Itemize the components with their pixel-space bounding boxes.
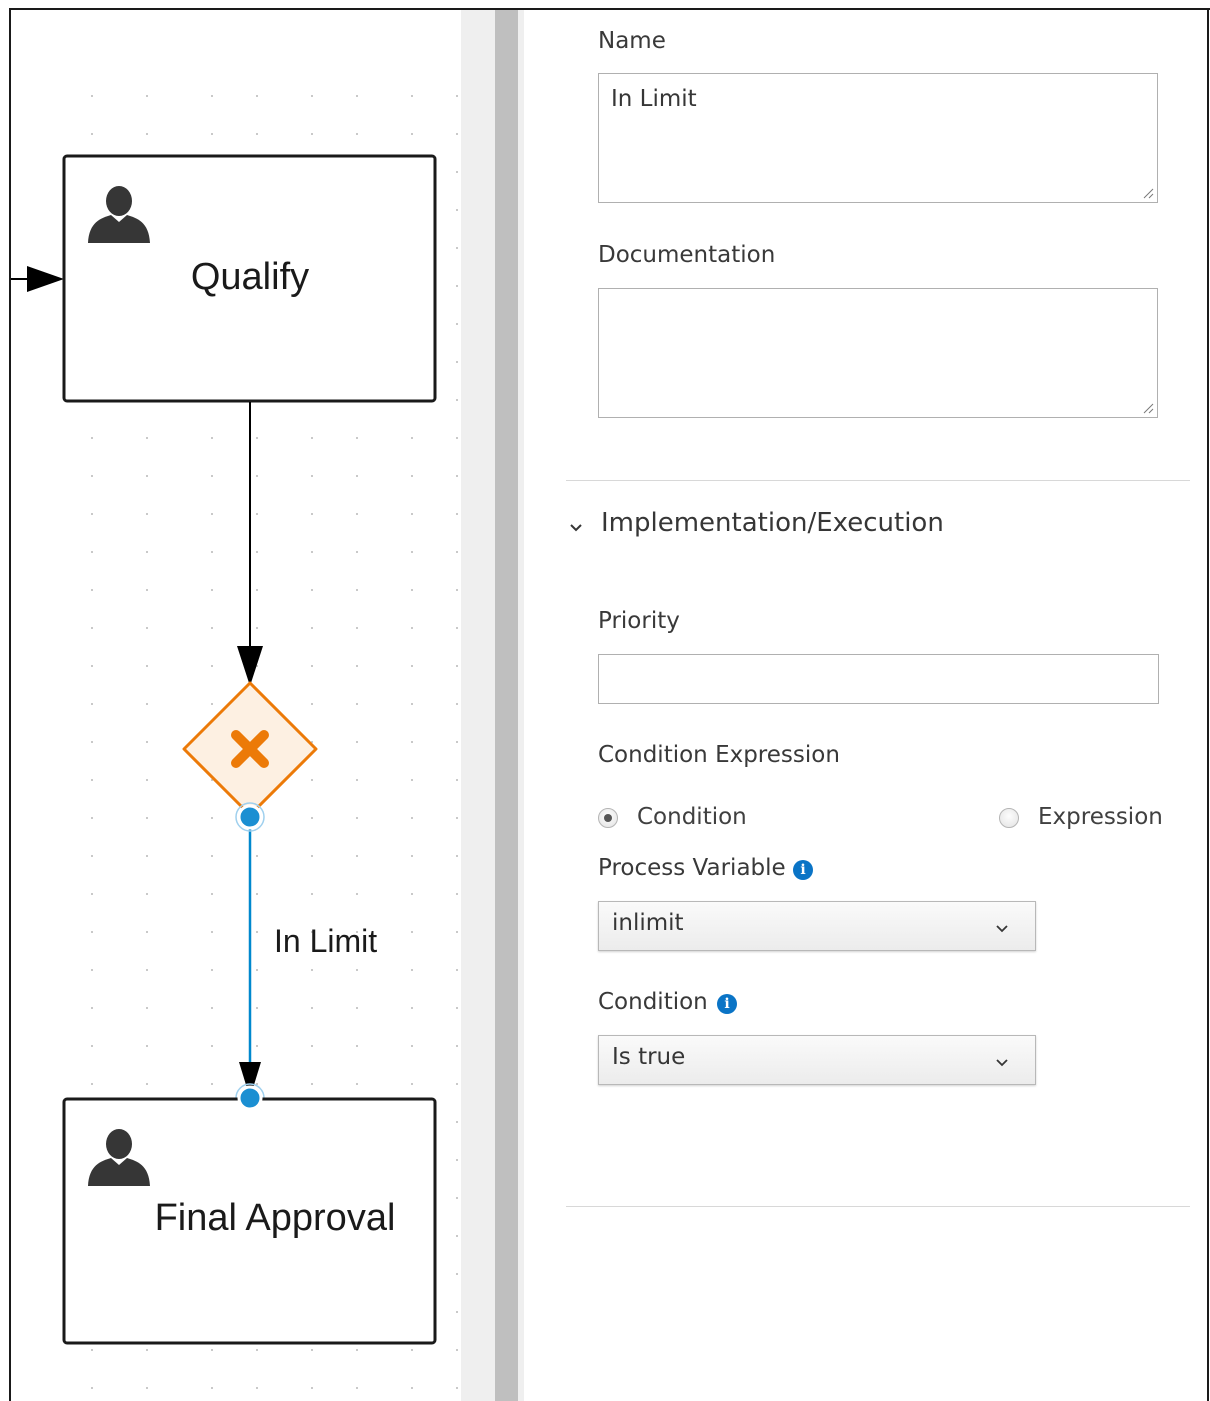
radio-condition[interactable] (598, 808, 618, 828)
radio-expression-label[interactable]: Expression (1038, 804, 1163, 830)
resize-grip-icon[interactable] (1142, 402, 1154, 414)
info-icon[interactable]: i (717, 994, 737, 1014)
task-qualify[interactable]: Qualify (62, 154, 437, 403)
flow-label: In Limit (274, 923, 377, 959)
process-variable-value: inlimit (612, 910, 684, 936)
process-variable-label: Process Variable (598, 855, 786, 881)
sequence-flow-in-limit[interactable]: In Limit (235, 802, 377, 1113)
radio-condition-label[interactable]: Condition (637, 804, 747, 830)
documentation-label: Documentation (598, 242, 776, 268)
panel-splitter-track (461, 10, 495, 1401)
chevron-down-icon (996, 925, 1008, 933)
section-title: Implementation/Execution (601, 508, 944, 538)
name-textarea[interactable]: In Limit (598, 73, 1158, 203)
chevron-down-icon (996, 1059, 1008, 1067)
task-qualify-label: Qualify (191, 256, 309, 298)
sequence-flow-to-gateway[interactable] (237, 402, 263, 686)
section-divider (566, 1206, 1190, 1207)
info-icon[interactable]: i (793, 860, 813, 880)
exclusive-gateway[interactable] (182, 681, 318, 817)
process-variable-select[interactable]: inlimit (598, 901, 1036, 951)
process-canvas[interactable]: Qualify In Limit Final Approval (11, 10, 461, 1401)
priority-label: Priority (598, 608, 680, 634)
section-header-implementation[interactable]: Implementation/Execution (566, 508, 1166, 548)
panel-splitter-handle[interactable] (495, 10, 518, 1401)
resize-grip-icon[interactable] (1142, 187, 1154, 199)
priority-input[interactable] (598, 654, 1159, 704)
flow-start-handle[interactable] (237, 804, 263, 830)
frame-right-border (1207, 9, 1209, 1401)
incoming-sequence-flow[interactable] (11, 266, 64, 292)
condition-select[interactable]: Is true (598, 1035, 1036, 1085)
properties-panel: Name In Limit Documentation Implementati… (524, 10, 1207, 1401)
radio-expression[interactable] (999, 808, 1019, 828)
condition-expression-label: Condition Expression (598, 742, 840, 768)
task-final-approval-label: Final Approval (155, 1197, 396, 1239)
condition-label: Condition (598, 989, 708, 1015)
documentation-textarea[interactable] (598, 288, 1158, 418)
name-value: In Limit (611, 86, 697, 112)
condition-value: Is true (612, 1044, 686, 1070)
name-label: Name (598, 28, 666, 54)
section-divider (566, 480, 1190, 481)
task-final-approval[interactable]: Final Approval (62, 1085, 437, 1345)
chevron-down-icon (570, 524, 582, 532)
